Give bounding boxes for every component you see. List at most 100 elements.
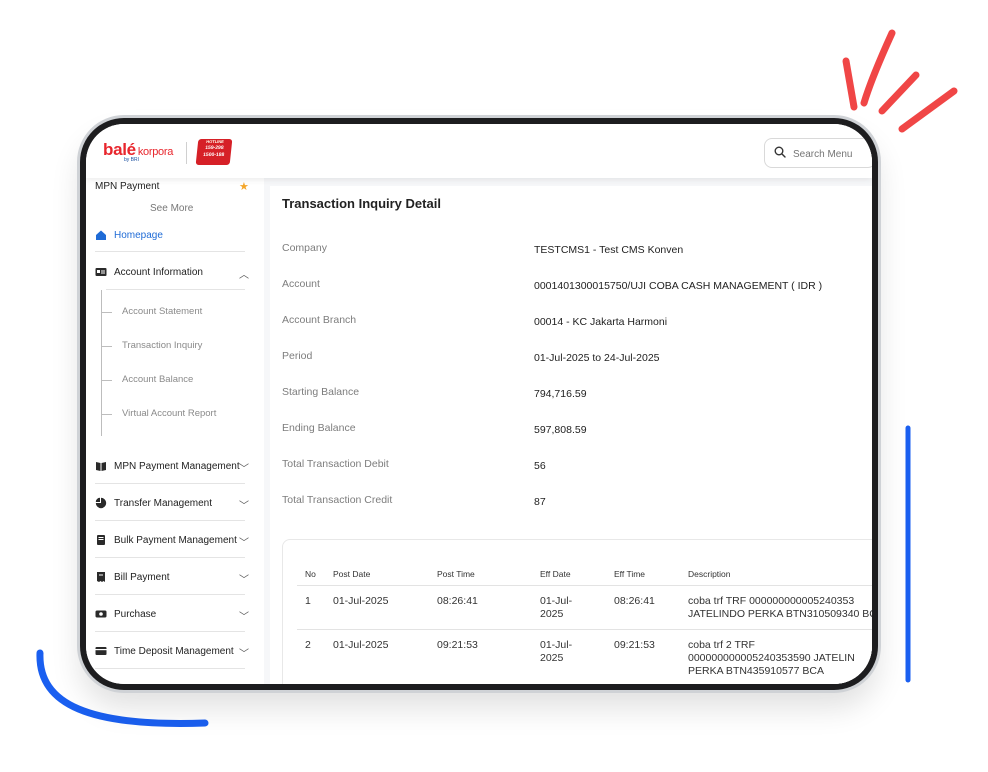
label-total-debit: Total Transaction Debit [282, 458, 389, 470]
receipt-icon [97, 572, 105, 582]
chevron-down-icon: ﹀ [239, 612, 249, 623]
chevron-down-icon: ﹀ [239, 649, 249, 660]
cash-icon [95, 610, 107, 618]
sidebar-item-account-information[interactable]: Account Information ︿ [95, 264, 249, 286]
logo-sub: korpora [137, 146, 174, 158]
eff-date-line: 2025 [540, 608, 564, 620]
divider [95, 483, 245, 484]
page-title: Transaction Inquiry Detail [282, 196, 441, 211]
sidebar-item-label: MPN Payment Management [114, 461, 240, 472]
label-total-credit: Total Transaction Credit [282, 494, 393, 506]
sidebar-subitem-transaction-inquiry[interactable]: Transaction Inquiry [102, 340, 202, 351]
column-header-eff-time[interactable]: Eff Time [614, 569, 645, 579]
sidebar-item-label: Bulk Payment Management [114, 535, 237, 546]
blue-line-decoration [905, 425, 911, 683]
chevron-down-icon: ﹀ [239, 464, 249, 475]
sidebar-item-purchase[interactable]: Purchase ﹀ [95, 606, 249, 628]
subitem-label: Account Balance [122, 374, 194, 385]
subitem-label: Virtual Account Report [122, 408, 217, 419]
sidebar-item-label: Account Information [114, 267, 203, 278]
sidebar-item-label: Homepage [114, 230, 163, 241]
deposit-icon [95, 647, 107, 655]
cell-description: coba trf 2 TRF 000000000005240353590 JATE… [688, 639, 872, 678]
sidebar-item-bulk-payment-management[interactable]: Bulk Payment Management ﹀ [95, 532, 249, 554]
hotline-badge: HOTLINE 159-298 1500-188 [195, 139, 233, 165]
sidebar-subitem-account-balance[interactable]: Account Balance [102, 374, 193, 385]
document-icon [97, 535, 105, 545]
search-input[interactable] [791, 145, 872, 163]
search-icon [774, 146, 786, 158]
cell-eff-time: 09:21:53 [614, 639, 655, 651]
id-card-icon [95, 268, 107, 276]
label-account: Account [282, 278, 320, 290]
sidebar-item-homepage[interactable]: Homepage [95, 227, 245, 249]
description-line: coba trf 2 TRF [688, 639, 755, 651]
sidebar-item-label: Transfer Management [114, 498, 213, 509]
eff-date-line: 2025 [540, 652, 564, 664]
cell-post-time: 09:21:53 [437, 639, 478, 651]
logo-divider [186, 142, 187, 164]
cell-post-date: 01-Jul-2025 [333, 639, 389, 651]
cell-post-time: 08:26:41 [437, 595, 478, 607]
cell-no: 2 [305, 639, 311, 651]
sidebar-subitem-account-statement[interactable]: Account Statement [102, 306, 202, 317]
sidebar-item-mpn-payment-management[interactable]: MPN Payment Management ﹀ [95, 458, 249, 480]
value-total-credit: 87 [534, 496, 546, 508]
transaction-detail-panel: Transaction Inquiry Detail Company TESTC… [270, 186, 872, 684]
description-line: PERKA BTN435910577 BCA [688, 665, 824, 677]
sidebar-item-label: Purchase [114, 609, 157, 620]
sidebar: MPN Payment ★ See More Homepage Account … [86, 178, 256, 684]
sidebar-item-label: Time Deposit Management [114, 646, 234, 657]
chevron-down-icon: ﹀ [239, 538, 249, 549]
transactions-table: No Post Date Post Time Eff Date Eff Time… [282, 539, 872, 684]
value-total-debit: 56 [534, 460, 546, 472]
logo-by-bri: by BRI [124, 157, 140, 163]
value-account-branch: 00014 - KC Jakarta Harmoni [534, 316, 668, 328]
search-box[interactable] [764, 138, 872, 168]
app-screen: balé korpora by BRI HOTLINE 159-298 1500-… [86, 124, 872, 684]
chevron-down-icon: ﹀ [239, 501, 249, 512]
book-icon [96, 462, 106, 471]
value-company: TESTCMS1 - Test CMS Konven [534, 244, 684, 256]
cell-description: coba trf TRF 000000000005240353 JATELINDO… [688, 595, 872, 621]
label-account-branch: Account Branch [282, 314, 357, 326]
cell-eff-date: 01-Jul- 2025 [540, 595, 572, 621]
label-company: Company [282, 242, 327, 254]
cell-eff-time: 08:26:41 [614, 595, 655, 607]
cell-no: 1 [305, 595, 311, 607]
divider [95, 251, 245, 252]
row-divider [297, 629, 872, 630]
label-starting-balance: Starting Balance [282, 386, 360, 398]
eff-date-line: 01-Jul- [540, 595, 573, 607]
top-bar: balé korpora by BRI HOTLINE 159-298 1500-… [86, 124, 872, 178]
divider [95, 520, 245, 521]
chevron-down-icon: ﹀ [239, 575, 249, 586]
see-more-link[interactable]: See More [150, 203, 193, 214]
divider [95, 557, 245, 558]
label-ending-balance: Ending Balance [282, 422, 356, 434]
column-header-eff-date[interactable]: Eff Date [540, 569, 571, 579]
cell-post-date: 01-Jul-2025 [333, 595, 389, 607]
subitem-label: Transaction Inquiry [122, 340, 203, 351]
value-starting-balance: 794,716.59 [534, 388, 587, 400]
divider [95, 594, 245, 595]
column-header-post-date[interactable]: Post Date [333, 569, 370, 579]
chevron-up-icon: ︿ [239, 270, 249, 281]
sidebar-subitem-virtual-account-report[interactable]: Virtual Account Report [102, 408, 216, 419]
value-account: 0001401300015750/UJI COBA CASH MANAGEMEN… [534, 280, 823, 292]
subitem-label: Account Statement [122, 306, 203, 317]
sidebar-item-label: Bill Payment [114, 572, 170, 583]
value-ending-balance: 597,808.59 [534, 424, 587, 436]
column-header-post-time[interactable]: Post Time [437, 569, 475, 579]
sidebar-item-bill-payment[interactable]: Bill Payment ﹀ [95, 569, 249, 591]
description-line: JATELINDO PERKA BTN310509340 BC [688, 608, 872, 620]
cell-eff-date: 01-Jul- 2025 [540, 639, 572, 665]
description-line: coba trf TRF 000000000005240353 [688, 595, 855, 607]
sidebar-item-time-deposit-management[interactable]: Time Deposit Management ﹀ [95, 643, 249, 665]
description-line: 000000000005240353590 JATELIN [688, 652, 855, 664]
sidebar-item-transfer-management[interactable]: Transfer Management ﹀ [95, 495, 249, 517]
header-divider [297, 585, 872, 586]
star-icon[interactable]: ★ [239, 180, 249, 193]
favorite-mpn-payment[interactable]: MPN Payment [95, 181, 159, 192]
column-header-description[interactable]: Description [688, 569, 731, 579]
